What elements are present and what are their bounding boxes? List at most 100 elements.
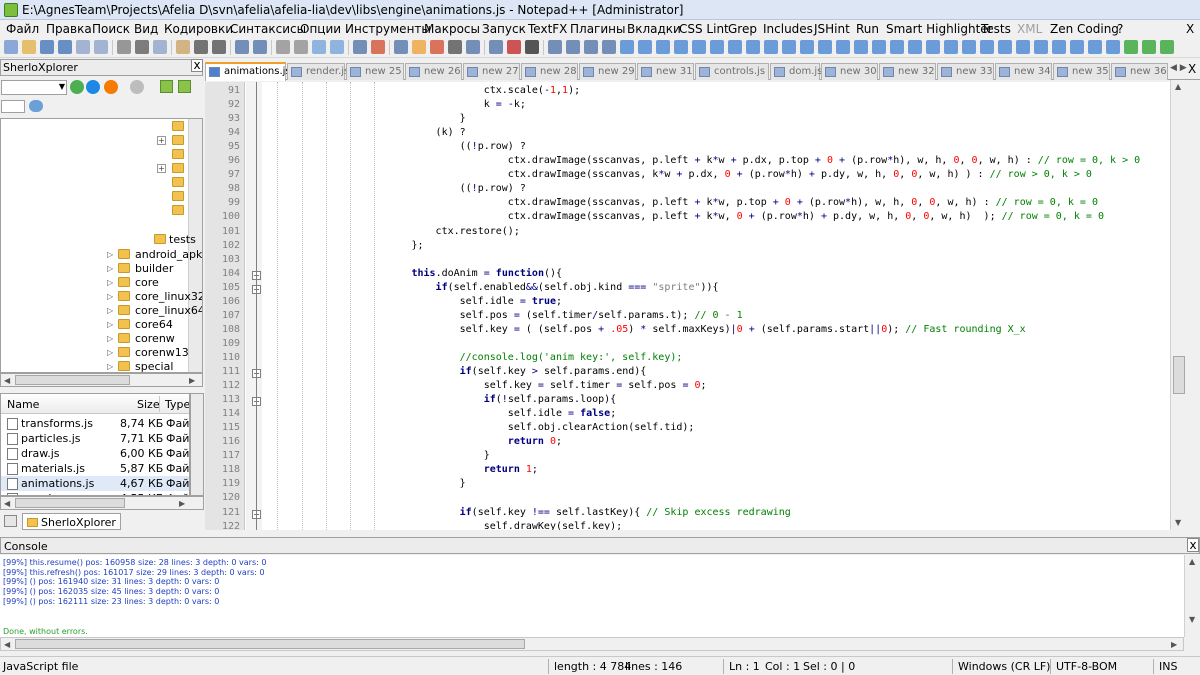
macro-g-icon[interactable] <box>710 40 724 54</box>
expand-icon[interactable]: ▷ <box>107 362 113 371</box>
code-line[interactable]: ctx.restore(); <box>436 226 520 237</box>
macro-w-icon[interactable] <box>998 40 1012 54</box>
menu-includes[interactable]: Includes <box>763 22 813 36</box>
fold-margin[interactable] <box>246 82 262 530</box>
macro-n-icon[interactable] <box>836 40 850 54</box>
menu-вид[interactable]: Вид <box>134 22 158 36</box>
code-line[interactable]: self.obj.clearAction(self.tid); <box>508 422 695 433</box>
code-line[interactable]: } <box>460 478 466 489</box>
refresh-icon[interactable] <box>70 80 84 94</box>
tree-item-core[interactable]: core <box>135 276 159 289</box>
tab-new-29[interactable]: new 29 <box>579 63 636 80</box>
tab-new-34[interactable]: new 34 <box>995 63 1052 80</box>
code-line[interactable]: ((!p.row) ? <box>460 141 526 152</box>
tree-item-android-apk[interactable]: android_apk <box>135 248 202 261</box>
cut-icon[interactable] <box>135 40 149 54</box>
macro-i-icon[interactable] <box>746 40 760 54</box>
expand-icon[interactable]: ▷ <box>107 250 113 259</box>
tree-item-core64[interactable]: core64 <box>135 318 173 331</box>
code-line[interactable]: }; <box>411 240 423 251</box>
menu-css-lint[interactable]: CSS Lint <box>679 22 729 36</box>
tab-sherloxplorer[interactable]: SherloXplorer <box>22 513 121 530</box>
menu-правка[interactable]: Правка <box>46 22 92 36</box>
menu-кодировки[interactable]: Кодировки <box>164 22 233 36</box>
tab-scroll-arrows[interactable]: ◀ ▶ <box>1170 63 1187 73</box>
folder-workspace-icon[interactable] <box>466 40 480 54</box>
sync-v-icon[interactable] <box>312 40 326 54</box>
file-row[interactable]: transforms.js 8,74 КБ Фай <box>1 416 189 431</box>
code-line[interactable]: self.pos = (self.timer/self.params.t); /… <box>460 310 743 321</box>
code-line[interactable]: ctx.drawImage(sscanvas, p.left + k*w, p.… <box>508 197 1098 208</box>
expand-icon[interactable]: + <box>157 136 166 145</box>
macro-e-icon[interactable] <box>674 40 688 54</box>
macro-b-icon[interactable] <box>620 40 634 54</box>
expand-icon[interactable]: ▷ <box>107 292 113 301</box>
replace-icon[interactable] <box>253 40 267 54</box>
macro-p-icon[interactable] <box>872 40 886 54</box>
drive-selector[interactable]: ▼ <box>1 80 67 95</box>
menu-jshint[interactable]: JSHint <box>814 22 850 36</box>
monitoring-icon[interactable] <box>489 40 503 54</box>
expand-icon[interactable]: ▷ <box>107 320 113 329</box>
sync-h-icon[interactable] <box>330 40 344 54</box>
menu-run[interactable]: Run <box>856 22 879 36</box>
code-line[interactable]: if(self.enabled&&(self.obj.kind === "spr… <box>436 282 719 293</box>
expand-icon[interactable]: ▷ <box>107 334 113 343</box>
macro-dd-icon[interactable] <box>1124 40 1138 54</box>
editor-scrollbar[interactable]: ▲ ▼ <box>1170 80 1186 530</box>
tab-new-25[interactable]: new 25 <box>346 63 404 80</box>
code-line[interactable]: self.key = self.timer = self.pos = 0; <box>484 380 707 391</box>
undo-icon[interactable] <box>194 40 208 54</box>
expand-icon[interactable]: ▷ <box>107 264 113 273</box>
macro-ff-icon[interactable] <box>1160 40 1174 54</box>
file-list-horizontal-scrollbar[interactable]: ◀ ▶ <box>0 496 204 510</box>
tab-new-26[interactable]: new 26 <box>405 63 462 80</box>
print-icon[interactable] <box>117 40 131 54</box>
play-multiple-icon[interactable] <box>566 40 580 54</box>
save-macro-icon[interactable] <box>584 40 598 54</box>
tree-item-builder[interactable]: builder <box>135 262 173 275</box>
macro-u-icon[interactable] <box>962 40 976 54</box>
console-close-button[interactable]: x <box>1187 538 1199 552</box>
close-document-button[interactable]: X <box>1188 62 1196 76</box>
tab-dom-js[interactable]: dom.js <box>770 63 822 80</box>
menu-xml[interactable]: XML <box>1017 22 1042 36</box>
tab-new-31[interactable]: new 31 <box>637 63 694 80</box>
menu-поиск[interactable]: Поиск <box>92 22 130 36</box>
tree-item-corenw[interactable]: corenw <box>135 332 175 345</box>
code-line[interactable]: if(self.key !== self.lastKey){ // Skip e… <box>460 507 791 518</box>
code-line[interactable]: if(self.key > self.params.end){ <box>460 366 647 377</box>
file-row[interactable]: materials.js 5,87 КБ Фай <box>1 461 189 476</box>
code-line[interactable]: ctx.drawImage(sscanvas, p.left + k*w + p… <box>508 155 1140 166</box>
menu-файл[interactable]: Файл <box>6 22 39 36</box>
editor-scrollbar-thumb[interactable] <box>1173 356 1185 394</box>
menu-close-button[interactable]: X <box>1186 22 1194 36</box>
zoom-in-icon[interactable] <box>276 40 290 54</box>
console-scrollbar[interactable]: ▲ ▼ <box>1184 555 1200 637</box>
column-type[interactable]: Type <box>165 398 189 411</box>
macro-h-icon[interactable] <box>728 40 742 54</box>
macro-c-icon[interactable] <box>638 40 652 54</box>
code-line[interactable]: self.key = ( (self.pos + .05) * self.max… <box>460 324 1026 335</box>
macro-d-icon[interactable] <box>656 40 670 54</box>
file-row[interactable]: draw.js 6,00 КБ Фай <box>1 446 189 461</box>
play-macro-icon[interactable] <box>548 40 562 54</box>
open-file-icon[interactable] <box>22 40 36 54</box>
download-icon[interactable] <box>178 80 191 93</box>
macro-f-icon[interactable] <box>692 40 706 54</box>
macro-s-icon[interactable] <box>926 40 940 54</box>
macro-bb-icon[interactable] <box>1088 40 1102 54</box>
menu-синтаксисы[interactable]: Синтаксисы <box>230 22 306 36</box>
word-wrap-icon[interactable] <box>353 40 367 54</box>
column-name[interactable]: Name <box>7 398 39 411</box>
column-size[interactable]: Size <box>137 398 160 411</box>
file-row[interactable]: particles.js 7,71 КБ Фай <box>1 431 189 446</box>
menu-вкладки[interactable]: Вкладки <box>627 22 681 36</box>
macro-cc-icon[interactable] <box>1106 40 1120 54</box>
tree-item-special[interactable]: special <box>135 360 173 372</box>
code-line[interactable]: ((!p.row) ? <box>460 183 526 194</box>
copy-icon[interactable] <box>153 40 167 54</box>
close-all-icon[interactable] <box>94 40 108 54</box>
macro-v-icon[interactable] <box>980 40 994 54</box>
code-line[interactable]: //console.log('anim key:', self.key); <box>460 352 683 363</box>
